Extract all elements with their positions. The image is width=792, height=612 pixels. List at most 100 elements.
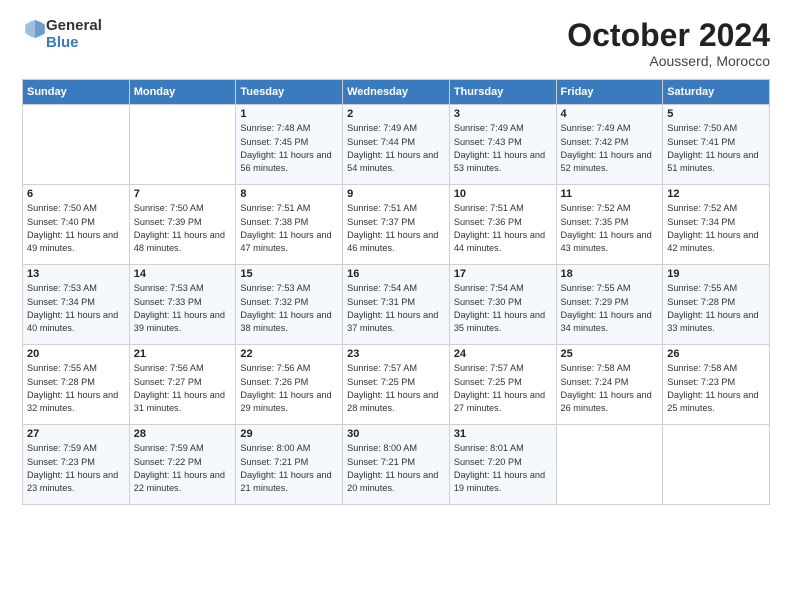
day-detail: Sunrise: 7:50 AM Sunset: 7:41 PM Dayligh…	[667, 122, 765, 175]
day-number: 24	[454, 348, 552, 360]
logo-icon	[24, 18, 46, 40]
calendar-cell	[663, 425, 770, 505]
day-detail: Sunrise: 7:58 AM Sunset: 7:23 PM Dayligh…	[667, 362, 765, 415]
calendar-cell: 22 Sunrise: 7:56 AM Sunset: 7:26 PM Dayli…	[236, 345, 343, 425]
day-detail: Sunrise: 7:55 AM Sunset: 7:29 PM Dayligh…	[561, 282, 659, 335]
day-number: 1	[240, 108, 338, 120]
day-detail: Sunrise: 8:00 AM Sunset: 7:21 PM Dayligh…	[347, 442, 445, 495]
day-number: 3	[454, 108, 552, 120]
day-detail: Sunrise: 7:56 AM Sunset: 7:26 PM Dayligh…	[240, 362, 338, 415]
day-detail: Sunrise: 7:57 AM Sunset: 7:25 PM Dayligh…	[347, 362, 445, 415]
day-detail: Sunrise: 7:58 AM Sunset: 7:24 PM Dayligh…	[561, 362, 659, 415]
day-number: 14	[134, 268, 232, 280]
week-row-5: 27 Sunrise: 7:59 AM Sunset: 7:23 PM Dayli…	[23, 425, 770, 505]
day-number: 13	[27, 268, 125, 280]
calendar-cell: 5Sunrise: 7:50 AM Sunset: 7:41 PM Daylig…	[663, 105, 770, 185]
day-detail: Sunrise: 7:49 AM Sunset: 7:43 PM Dayligh…	[454, 122, 552, 175]
day-number: 11	[561, 188, 659, 200]
calendar-table: SundayMondayTuesdayWednesdayThursdayFrid…	[22, 79, 770, 505]
calendar-cell: 31 Sunrise: 8:01 AM Sunset: 7:20 PM Dayli…	[449, 425, 556, 505]
col-header-wednesday: Wednesday	[343, 80, 450, 105]
calendar-cell: 26Sunrise: 7:58 AM Sunset: 7:23 PM Dayli…	[663, 345, 770, 425]
subtitle: Aousserd, Morocco	[567, 53, 770, 69]
page: General Blue October 2024 Aousserd, Moro…	[0, 0, 792, 612]
calendar-cell: 7 Sunrise: 7:50 AM Sunset: 7:39 PM Daylig…	[129, 185, 236, 265]
day-number: 28	[134, 428, 232, 440]
calendar-cell: 9 Sunrise: 7:51 AM Sunset: 7:37 PM Daylig…	[343, 185, 450, 265]
day-number: 21	[134, 348, 232, 360]
calendar-cell: 10Sunrise: 7:51 AM Sunset: 7:36 PM Dayli…	[449, 185, 556, 265]
day-number: 15	[240, 268, 338, 280]
day-number: 31	[454, 428, 552, 440]
calendar-cell: 19 Sunrise: 7:55 AM Sunset: 7:28 PM Dayli…	[663, 265, 770, 345]
logo-general: General	[46, 17, 102, 34]
day-number: 22	[240, 348, 338, 360]
calendar-cell	[23, 105, 130, 185]
week-row-4: 20 Sunrise: 7:55 AM Sunset: 7:28 PM Dayli…	[23, 345, 770, 425]
day-detail: Sunrise: 7:53 AM Sunset: 7:34 PM Dayligh…	[27, 282, 125, 335]
calendar-cell: 8Sunrise: 7:51 AM Sunset: 7:38 PM Daylig…	[236, 185, 343, 265]
day-detail: Sunrise: 7:53 AM Sunset: 7:32 PM Dayligh…	[240, 282, 338, 335]
col-header-saturday: Saturday	[663, 80, 770, 105]
day-detail: Sunrise: 7:54 AM Sunset: 7:31 PM Dayligh…	[347, 282, 445, 335]
day-detail: Sunrise: 8:00 AM Sunset: 7:21 PM Dayligh…	[240, 442, 338, 495]
day-detail: Sunrise: 7:51 AM Sunset: 7:37 PM Dayligh…	[347, 202, 445, 255]
calendar-cell: 30 Sunrise: 8:00 AM Sunset: 7:21 PM Dayli…	[343, 425, 450, 505]
day-number: 18	[561, 268, 659, 280]
day-number: 12	[667, 188, 765, 200]
calendar-cell: 13 Sunrise: 7:53 AM Sunset: 7:34 PM Dayli…	[23, 265, 130, 345]
calendar-cell: 23 Sunrise: 7:57 AM Sunset: 7:25 PM Dayli…	[343, 345, 450, 425]
day-number: 6	[27, 188, 125, 200]
day-detail: Sunrise: 7:55 AM Sunset: 7:28 PM Dayligh…	[27, 362, 125, 415]
day-number: 30	[347, 428, 445, 440]
day-detail: Sunrise: 7:50 AM Sunset: 7:40 PM Dayligh…	[27, 202, 125, 255]
calendar-cell: 25 Sunrise: 7:58 AM Sunset: 7:24 PM Dayli…	[556, 345, 663, 425]
day-detail: Sunrise: 7:51 AM Sunset: 7:36 PM Dayligh…	[454, 202, 552, 255]
month-title: October 2024	[567, 18, 770, 53]
day-number: 7	[134, 188, 232, 200]
day-number: 25	[561, 348, 659, 360]
calendar-cell	[556, 425, 663, 505]
day-detail: Sunrise: 7:54 AM Sunset: 7:30 PM Dayligh…	[454, 282, 552, 335]
day-number: 23	[347, 348, 445, 360]
calendar-cell: 17 Sunrise: 7:54 AM Sunset: 7:30 PM Dayli…	[449, 265, 556, 345]
calendar-cell: 27 Sunrise: 7:59 AM Sunset: 7:23 PM Dayli…	[23, 425, 130, 505]
day-number: 2	[347, 108, 445, 120]
calendar-cell: 12Sunrise: 7:52 AM Sunset: 7:34 PM Dayli…	[663, 185, 770, 265]
week-row-2: 6 Sunrise: 7:50 AM Sunset: 7:40 PM Daylig…	[23, 185, 770, 265]
day-detail: Sunrise: 7:52 AM Sunset: 7:35 PM Dayligh…	[561, 202, 659, 255]
day-detail: Sunrise: 7:55 AM Sunset: 7:28 PM Dayligh…	[667, 282, 765, 335]
day-number: 20	[27, 348, 125, 360]
calendar-cell: 14 Sunrise: 7:53 AM Sunset: 7:33 PM Dayli…	[129, 265, 236, 345]
day-detail: Sunrise: 7:53 AM Sunset: 7:33 PM Dayligh…	[134, 282, 232, 335]
day-detail: Sunrise: 7:51 AM Sunset: 7:38 PM Dayligh…	[240, 202, 338, 255]
logo-text: General Blue	[46, 18, 102, 51]
week-row-3: 13 Sunrise: 7:53 AM Sunset: 7:34 PM Dayli…	[23, 265, 770, 345]
calendar-cell: 6 Sunrise: 7:50 AM Sunset: 7:40 PM Daylig…	[23, 185, 130, 265]
day-number: 19	[667, 268, 765, 280]
calendar-cell: 2 Sunrise: 7:49 AM Sunset: 7:44 PM Daylig…	[343, 105, 450, 185]
day-detail: Sunrise: 7:49 AM Sunset: 7:44 PM Dayligh…	[347, 122, 445, 175]
calendar-cell: 20 Sunrise: 7:55 AM Sunset: 7:28 PM Dayli…	[23, 345, 130, 425]
col-header-friday: Friday	[556, 80, 663, 105]
day-number: 9	[347, 188, 445, 200]
day-number: 17	[454, 268, 552, 280]
calendar-cell	[129, 105, 236, 185]
day-number: 4	[561, 108, 659, 120]
day-number: 27	[27, 428, 125, 440]
calendar-cell: 4Sunrise: 7:49 AM Sunset: 7:42 PM Daylig…	[556, 105, 663, 185]
day-detail: Sunrise: 7:59 AM Sunset: 7:23 PM Dayligh…	[27, 442, 125, 495]
title-block: October 2024 Aousserd, Morocco	[567, 18, 770, 69]
calendar-header-row: SundayMondayTuesdayWednesdayThursdayFrid…	[23, 80, 770, 105]
calendar-cell: 11 Sunrise: 7:52 AM Sunset: 7:35 PM Dayli…	[556, 185, 663, 265]
day-detail: Sunrise: 7:48 AM Sunset: 7:45 PM Dayligh…	[240, 122, 338, 175]
logo: General Blue	[22, 18, 102, 51]
day-detail: Sunrise: 8:01 AM Sunset: 7:20 PM Dayligh…	[454, 442, 552, 495]
logo-blue: Blue	[46, 34, 79, 51]
calendar-cell: 18 Sunrise: 7:55 AM Sunset: 7:29 PM Dayli…	[556, 265, 663, 345]
calendar-cell: 24Sunrise: 7:57 AM Sunset: 7:25 PM Dayli…	[449, 345, 556, 425]
header: General Blue October 2024 Aousserd, Moro…	[22, 18, 770, 69]
calendar-cell: 16Sunrise: 7:54 AM Sunset: 7:31 PM Dayli…	[343, 265, 450, 345]
day-detail: Sunrise: 7:50 AM Sunset: 7:39 PM Dayligh…	[134, 202, 232, 255]
calendar-cell: 21Sunrise: 7:56 AM Sunset: 7:27 PM Dayli…	[129, 345, 236, 425]
